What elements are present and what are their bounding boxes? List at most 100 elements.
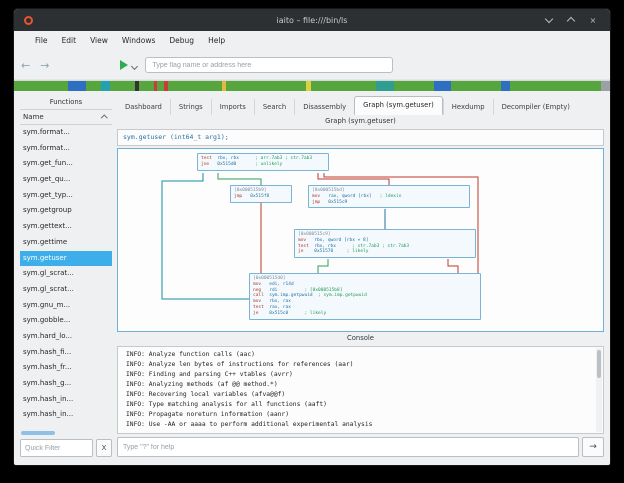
close-icon[interactable]: × <box>588 15 598 25</box>
function-item[interactable]: sym.gettext... <box>20 219 112 235</box>
seek-segment[interactable] <box>14 81 68 91</box>
function-item[interactable]: sym.getgroup <box>20 203 112 219</box>
basic-block[interactable]: [0x000515bd]mov rax, qword [rbx] ; ldexi… <box>308 185 470 208</box>
seek-segment[interactable] <box>110 81 135 91</box>
function-item[interactable]: sym.gl_scrat... <box>20 282 112 298</box>
seek-segment[interactable] <box>157 81 164 91</box>
function-item[interactable]: sym.hash_g... <box>20 376 112 392</box>
console-line: INFO: Finding and parsing C++ vtables (a… <box>126 370 593 380</box>
menu-help[interactable]: Help <box>201 31 232 51</box>
seek-segment[interactable] <box>601 81 610 91</box>
functions-list: sym.format...sym.format...sym.get_fun...… <box>20 125 112 429</box>
function-item[interactable]: sym.format... <box>20 141 112 157</box>
console-line: INFO: Propagate noreturn information (aa… <box>126 410 593 420</box>
function-item[interactable]: sym.get_qu... <box>20 172 112 188</box>
main-panel: DashboardStringsImportsSearchDisassembly… <box>117 96 604 457</box>
graph-panel-title[interactable]: Graph (sym.getuser) <box>117 115 604 128</box>
graph-view[interactable]: test rbx, rbx ; arr.7ab3 ; str.7ab3jne 0… <box>117 148 604 332</box>
seek-segment[interactable] <box>168 81 222 91</box>
function-item[interactable]: sym.get_typ... <box>20 188 112 204</box>
console-line: INFO: Analyze len bytes of instructions … <box>126 360 593 370</box>
seek-segment[interactable] <box>86 81 101 91</box>
console-line: INFO: Use -AA or aaaa to perform additio… <box>126 420 593 430</box>
seek-segment[interactable] <box>434 81 450 91</box>
seek-segment[interactable] <box>101 81 110 91</box>
function-item[interactable]: sym.getuser <box>20 251 112 267</box>
tab-imports[interactable]: Imports <box>211 99 254 115</box>
seek-segment[interactable] <box>311 81 376 91</box>
menu-file[interactable]: File <box>28 31 55 51</box>
basic-block[interactable]: [0x000515c9]mov rbx, qword [rbx + 8]test… <box>294 229 476 258</box>
play-menu-chevron-icon[interactable] <box>131 62 138 69</box>
vscrollbar-thumb[interactable] <box>597 350 601 378</box>
console-line: INFO: Analyze function calls (aac) <box>126 350 593 360</box>
seek-segment[interactable] <box>376 81 394 91</box>
function-item[interactable]: sym.hash_fr... <box>20 360 112 376</box>
seek-segment[interactable] <box>226 81 306 91</box>
tab-search[interactable]: Search <box>254 99 294 115</box>
seek-segment[interactable] <box>139 81 154 91</box>
seek-segment[interactable] <box>501 81 510 91</box>
console-output[interactable]: INFO: Analyze function calls (aac)INFO: … <box>117 346 604 434</box>
forward-icon[interactable]: → <box>37 59 52 72</box>
menu-edit[interactable]: Edit <box>55 31 84 51</box>
toolbar: ← → <box>14 51 610 80</box>
functions-hscrollbar[interactable] <box>21 431 111 435</box>
maximize-icon[interactable] <box>566 15 576 25</box>
functions-column-header[interactable]: Name <box>20 109 112 125</box>
quick-filter-input[interactable] <box>20 439 93 457</box>
address-input[interactable] <box>145 57 393 73</box>
function-item[interactable]: sym.gnu_m... <box>20 298 112 314</box>
function-signature: sym.getuser (int64_t arg1); <box>117 129 604 146</box>
seek-segment[interactable] <box>510 81 601 91</box>
tab-disassembly[interactable]: Disassembly <box>294 99 354 115</box>
seek-segment[interactable] <box>451 81 502 91</box>
console-panel-title[interactable]: Console <box>117 332 604 345</box>
tab-graph-sym-getuser-[interactable]: Graph (sym.getuser) <box>354 96 443 115</box>
continue-icon[interactable] <box>120 60 128 70</box>
menu-debug[interactable]: Debug <box>162 31 201 51</box>
function-item[interactable]: sym.get_fun... <box>20 156 112 172</box>
seek-segment[interactable] <box>394 81 434 91</box>
seek-segment[interactable] <box>68 81 86 91</box>
tab-decompiler-empty-[interactable]: Decompiler (Empty) <box>493 99 578 115</box>
functions-header-label: Name <box>23 113 44 121</box>
tab-strings[interactable]: Strings <box>170 99 211 115</box>
window-title: iaito – file:///bin/ls <box>14 16 610 25</box>
back-icon[interactable]: ← <box>18 59 33 72</box>
console-line: INFO: Type matching analysis for all fun… <box>126 400 593 410</box>
console-vscrollbar[interactable] <box>596 348 602 432</box>
function-item[interactable]: sym.gl_scrat... <box>20 266 112 282</box>
titlebar[interactable]: iaito – file:///bin/ls × <box>14 9 610 31</box>
menubar: FileEditViewWindowsDebugHelp <box>14 31 610 51</box>
function-item[interactable]: sym.hash_in... <box>20 392 112 408</box>
hscrollbar-thumb[interactable] <box>21 431 55 435</box>
tab-dashboard[interactable]: Dashboard <box>117 99 170 115</box>
basic-block[interactable]: test rbx, rbx ; arr.7ab3 ; str.7ab3jne 0… <box>197 153 329 171</box>
menu-view[interactable]: View <box>83 31 115 51</box>
function-item[interactable]: sym.format... <box>20 125 112 141</box>
tabbar: DashboardStringsImportsSearchDisassembly… <box>117 96 604 115</box>
functions-panel-title[interactable]: Functions <box>20 96 112 109</box>
basic-block[interactable]: [0x000515b9]jmp 0x515f8 <box>230 185 292 203</box>
menu-windows[interactable]: Windows <box>115 31 162 51</box>
shade-icon[interactable] <box>544 15 554 25</box>
app-window: iaito – file:///bin/ls × FileEditViewWin… <box>13 8 611 466</box>
functions-panel: Functions Name sym.format...sym.format..… <box>20 96 112 457</box>
function-item[interactable]: sym.hard_lo... <box>20 329 112 345</box>
window-controls: × <box>544 15 610 25</box>
quick-filter-row: X <box>20 439 112 457</box>
console-send-button[interactable]: → <box>582 437 604 457</box>
function-item[interactable]: sym.gettime <box>20 235 112 251</box>
console-line: INFO: Recovering local variables (afva@@… <box>126 390 593 400</box>
function-item[interactable]: sym.hash_fi... <box>20 345 112 361</box>
main-content: Functions Name sym.format...sym.format..… <box>14 91 610 465</box>
function-item[interactable]: sym.hash_in... <box>20 407 112 423</box>
basic-block[interactable]: [0x000515d0]mov edi, r14dneg rdi ; [0x00… <box>249 273 481 320</box>
tab-hexdump[interactable]: Hexdump <box>443 99 493 115</box>
function-item[interactable]: sym.gobble... <box>20 313 112 329</box>
seekbar[interactable] <box>14 80 610 91</box>
clear-filter-button[interactable]: X <box>96 439 112 457</box>
console-input[interactable] <box>117 437 579 457</box>
sort-ascending-icon <box>101 115 107 121</box>
